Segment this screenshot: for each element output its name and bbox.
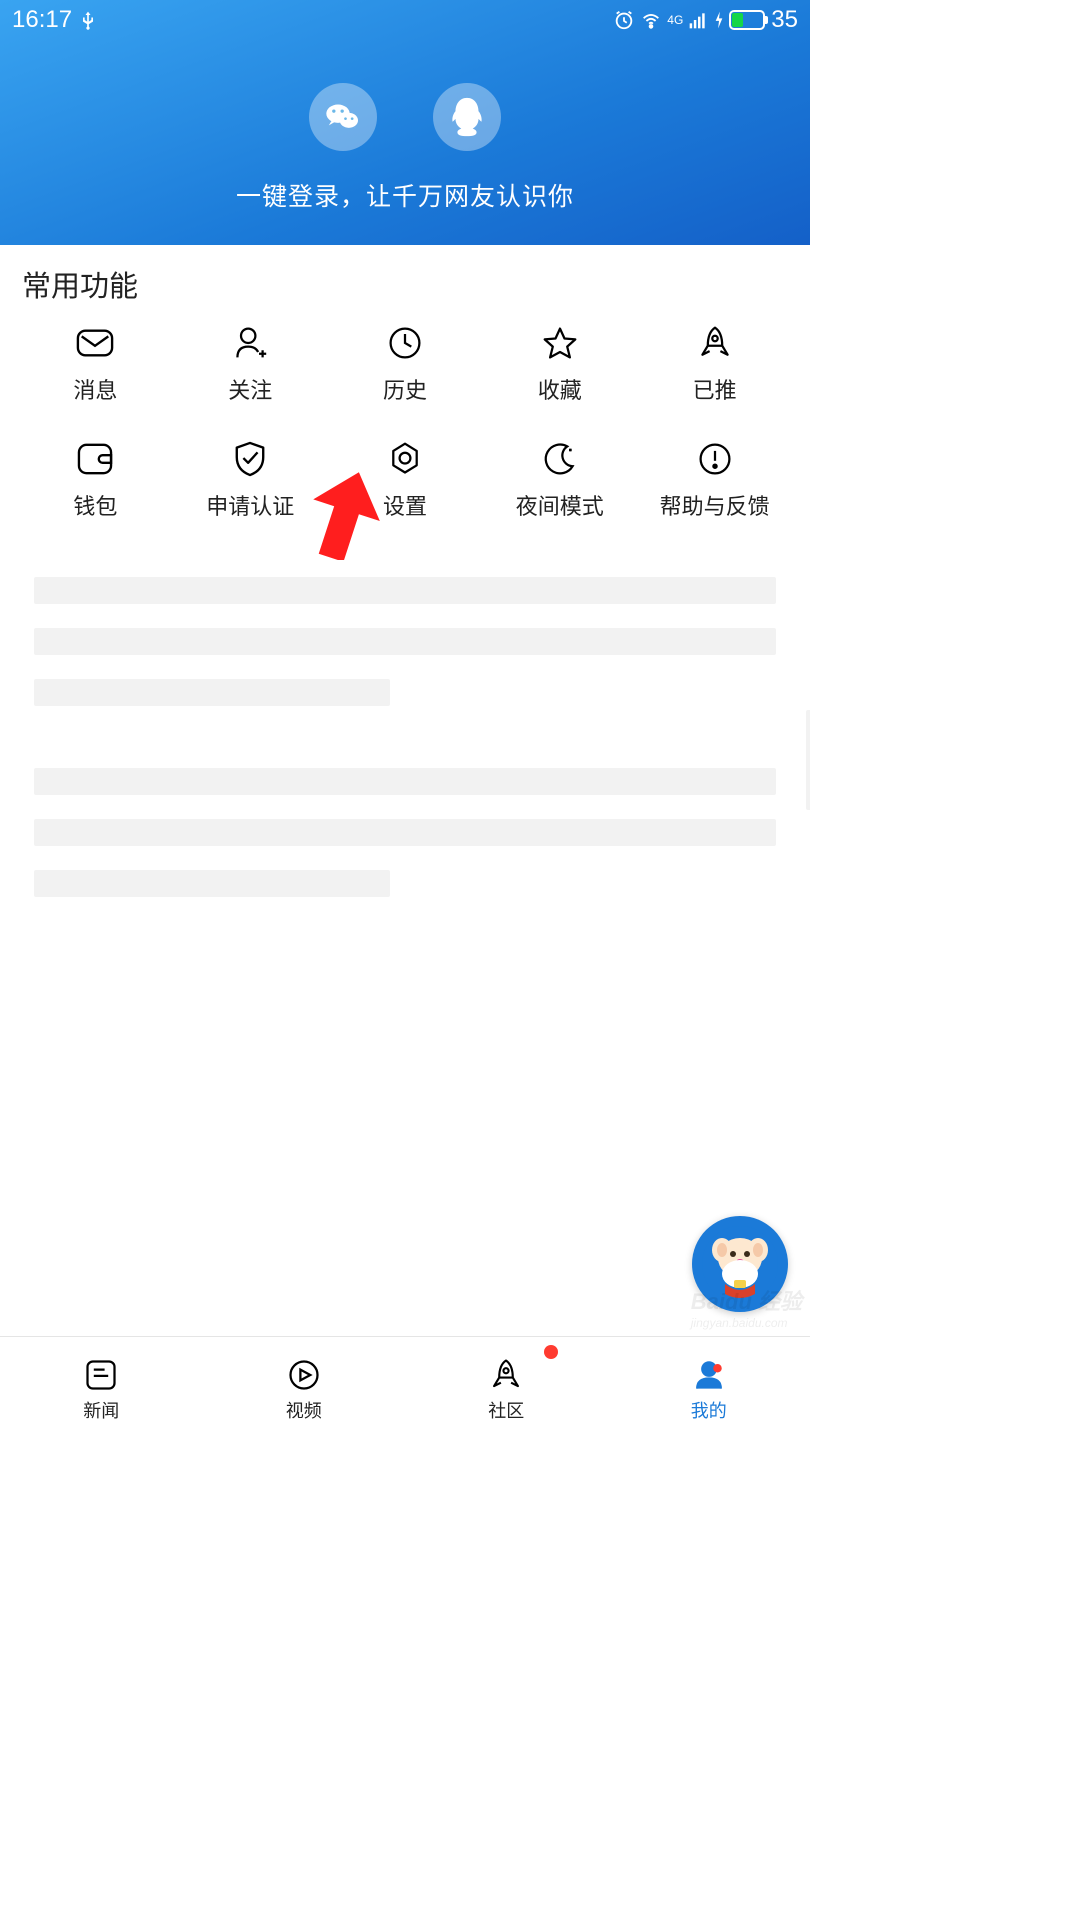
person-add-icon — [232, 325, 268, 361]
grid-item-night-mode[interactable]: 夜间模式 — [482, 439, 637, 521]
news-icon — [83, 1357, 119, 1393]
wechat-icon — [323, 97, 363, 137]
community-icon — [489, 1357, 523, 1393]
placeholder-line — [34, 870, 390, 897]
grid-item-history[interactable]: 历史 — [328, 323, 483, 405]
grid-label: 消息 — [73, 373, 117, 405]
tab-label: 新闻 — [83, 1397, 119, 1423]
grid-label: 历史 — [383, 373, 427, 405]
grid-label: 关注 — [228, 373, 272, 405]
placeholder-line — [34, 679, 390, 706]
star-icon — [541, 325, 579, 361]
status-time: 16:17 — [12, 6, 72, 34]
tab-label: 社区 — [488, 1397, 524, 1423]
placeholder-line — [34, 628, 776, 655]
tab-label: 我的 — [691, 1397, 727, 1423]
status-bar: 16:17 4G 35 — [0, 0, 810, 40]
alarm-icon — [613, 9, 635, 31]
login-options — [309, 83, 501, 151]
grid-label: 帮助与反馈 — [660, 489, 770, 521]
alert-circle-icon — [697, 441, 733, 477]
login-prompt-text: 一键登录，让千万网友认识你 — [236, 177, 574, 213]
grid-label: 申请认证 — [206, 489, 294, 521]
wifi-icon — [639, 9, 663, 31]
grid-item-wallet[interactable]: 钱包 — [18, 439, 173, 521]
bottom-tab-bar: 新闻 视频 社区 我的 — [0, 1336, 810, 1440]
signal-icon — [687, 10, 709, 30]
grid-item-favorites[interactable]: 收藏 — [482, 323, 637, 405]
usb-icon — [80, 10, 96, 30]
wallet-icon — [76, 442, 114, 476]
battery-percent: 35 — [771, 6, 798, 34]
placeholder-line — [34, 577, 776, 604]
grid-label: 设置 — [383, 489, 427, 521]
grid-label: 已推 — [693, 373, 737, 405]
profile-icon — [692, 1357, 726, 1393]
settings-icon — [387, 440, 423, 478]
qq-icon — [447, 94, 487, 140]
annotation-arrow-icon — [310, 470, 380, 560]
tab-mine[interactable]: 我的 — [608, 1337, 811, 1440]
tab-label: 视频 — [286, 1397, 322, 1423]
mascot-fab[interactable] — [692, 1216, 788, 1312]
status-right: 4G 35 — [613, 6, 798, 34]
content-placeholder — [0, 521, 810, 897]
video-icon — [286, 1357, 322, 1393]
moon-icon — [542, 441, 578, 477]
placeholder-line — [34, 819, 776, 846]
status-left: 16:17 — [12, 6, 96, 34]
placeholder-line — [34, 768, 776, 795]
scroll-indicator — [806, 710, 810, 810]
battery-icon — [729, 10, 765, 30]
tab-video[interactable]: 视频 — [203, 1337, 406, 1440]
grid-item-pushed[interactable]: 已推 — [637, 323, 792, 405]
grid-item-follow[interactable]: 关注 — [173, 323, 328, 405]
mascot-avatar-icon — [700, 1224, 780, 1304]
grid-item-help[interactable]: 帮助与反馈 — [637, 439, 792, 521]
feature-grid: 消息 关注 历史 收藏 已推 钱包 申请认证 设置 夜间模式 帮助与反馈 — [0, 313, 810, 521]
grid-item-messages[interactable]: 消息 — [18, 323, 173, 405]
rocket-icon — [697, 324, 733, 362]
section-title: 常用功能 — [0, 245, 810, 313]
wechat-login-button[interactable] — [309, 83, 377, 151]
qq-login-button[interactable] — [433, 83, 501, 151]
grid-item-verify[interactable]: 申请认证 — [173, 439, 328, 521]
charging-icon — [713, 10, 725, 30]
shield-check-icon — [233, 440, 267, 478]
network-4g-icon: 4G — [667, 14, 683, 26]
grid-label: 收藏 — [538, 373, 582, 405]
tab-news[interactable]: 新闻 — [0, 1337, 203, 1440]
grid-label: 钱包 — [73, 489, 117, 521]
notification-badge — [544, 1345, 558, 1359]
envelope-icon — [76, 328, 114, 358]
grid-label: 夜间模式 — [516, 489, 604, 521]
tab-community[interactable]: 社区 — [405, 1337, 608, 1440]
clock-icon — [387, 325, 423, 361]
